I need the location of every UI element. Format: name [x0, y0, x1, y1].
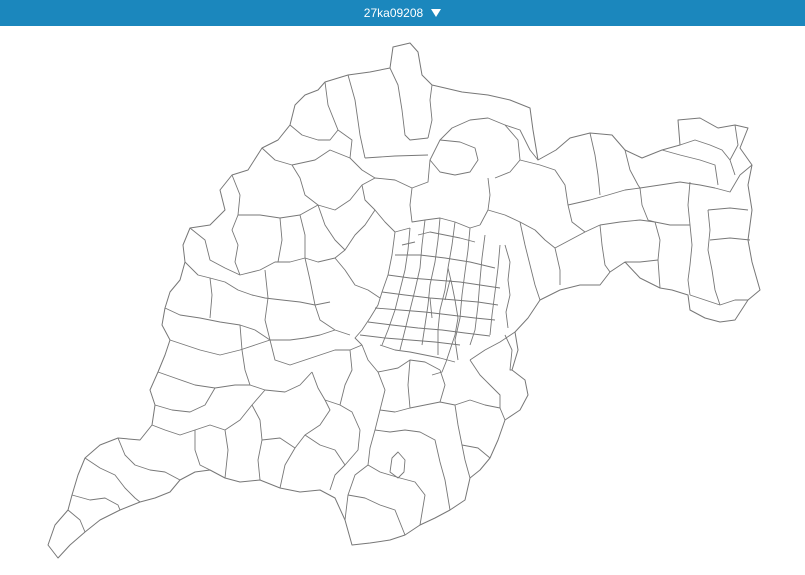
district-boundary — [67, 509, 86, 533]
district-boundary — [707, 209, 721, 306]
district-boundary — [339, 349, 353, 406]
district-boundary — [439, 369, 446, 403]
district-boundary — [154, 387, 216, 413]
district-boundary — [479, 177, 491, 226]
boundary-map[interactable] — [0, 26, 805, 575]
district-boundary — [689, 294, 721, 306]
district-boundary — [364, 154, 429, 159]
district-boundary — [169, 339, 271, 356]
district-boundary — [707, 207, 749, 211]
district-boundary — [639, 181, 716, 189]
district-boundary — [427, 84, 433, 139]
district-boundary — [71, 494, 121, 511]
district-boundary — [238, 204, 319, 219]
district-boundary — [589, 132, 601, 196]
district-boundary — [117, 437, 181, 481]
district-boundary — [469, 359, 501, 408]
district-boundary — [334, 257, 381, 299]
district-boundary — [639, 187, 661, 289]
district-boundary — [389, 67, 429, 141]
district-boundary — [231, 174, 241, 276]
district-boundary — [407, 359, 411, 409]
district-boundary — [567, 187, 641, 206]
district-boundary — [224, 429, 229, 479]
district-boundary — [189, 227, 306, 276]
district-boundary — [264, 269, 271, 341]
district-boundary — [251, 404, 263, 481]
district-boundary — [381, 291, 499, 306]
district-boundary — [347, 494, 406, 536]
district-boundary — [487, 209, 601, 249]
district-boundary — [389, 451, 406, 479]
district-boundary — [554, 247, 561, 285]
district-boundary — [269, 339, 363, 366]
district-boundary — [469, 331, 516, 361]
district-boundary — [709, 237, 751, 241]
district-boundary — [417, 231, 476, 243]
dataset-selector[interactable]: 27ka09208 — [358, 4, 447, 22]
district-boundary — [504, 334, 513, 371]
district-boundary — [687, 181, 693, 296]
district-boundary — [291, 149, 351, 166]
map-canvas[interactable] — [0, 26, 805, 575]
district-boundary — [625, 259, 659, 263]
district-boundary — [277, 217, 283, 263]
district-boundary — [379, 399, 471, 413]
district-boundary — [347, 74, 366, 159]
district-boundary — [299, 209, 376, 263]
district-boundary — [374, 429, 451, 511]
district-boundary — [387, 274, 501, 289]
district-boundary — [209, 277, 213, 319]
district-boundary — [469, 234, 486, 346]
district-boundary — [519, 221, 541, 301]
district-boundary — [184, 261, 331, 306]
map-outline — [47, 42, 761, 559]
district-boundary — [379, 344, 456, 363]
district-boundary — [519, 159, 586, 233]
district-boundary — [599, 224, 611, 273]
district-boundary — [714, 164, 753, 193]
chevron-down-icon[interactable] — [431, 9, 442, 17]
district-boundary — [719, 299, 748, 306]
district-boundary — [489, 244, 501, 336]
district-boundary — [304, 257, 351, 336]
district-boundary — [157, 371, 313, 393]
district-boundary — [304, 434, 346, 466]
district-boundary — [654, 221, 690, 226]
district-boundary — [194, 430, 211, 471]
district-boundary — [599, 219, 656, 226]
district-boundary — [454, 404, 471, 479]
district-boundary — [261, 437, 296, 449]
dataset-label: 27ka09208 — [363, 6, 424, 20]
top-bar: 27ka09208 — [0, 0, 805, 26]
district-boundary — [454, 227, 471, 361]
district-boundary — [317, 204, 346, 251]
district-boundary — [729, 124, 739, 176]
district-boundary — [289, 124, 339, 141]
district-boundary — [409, 187, 481, 229]
district-boundary — [359, 334, 461, 346]
district-boundary — [279, 371, 331, 489]
district-boundary — [239, 324, 251, 386]
river-line — [504, 244, 511, 329]
district-boundary — [164, 307, 336, 341]
district-boundary — [361, 184, 411, 233]
district-boundary — [395, 254, 496, 269]
district-boundary — [461, 444, 491, 459]
district-boundary — [84, 457, 141, 503]
district-boundary — [399, 219, 426, 351]
district-boundary — [151, 389, 266, 436]
district-boundary — [421, 217, 441, 346]
district-boundary — [367, 464, 426, 526]
district-boundary — [661, 149, 719, 186]
